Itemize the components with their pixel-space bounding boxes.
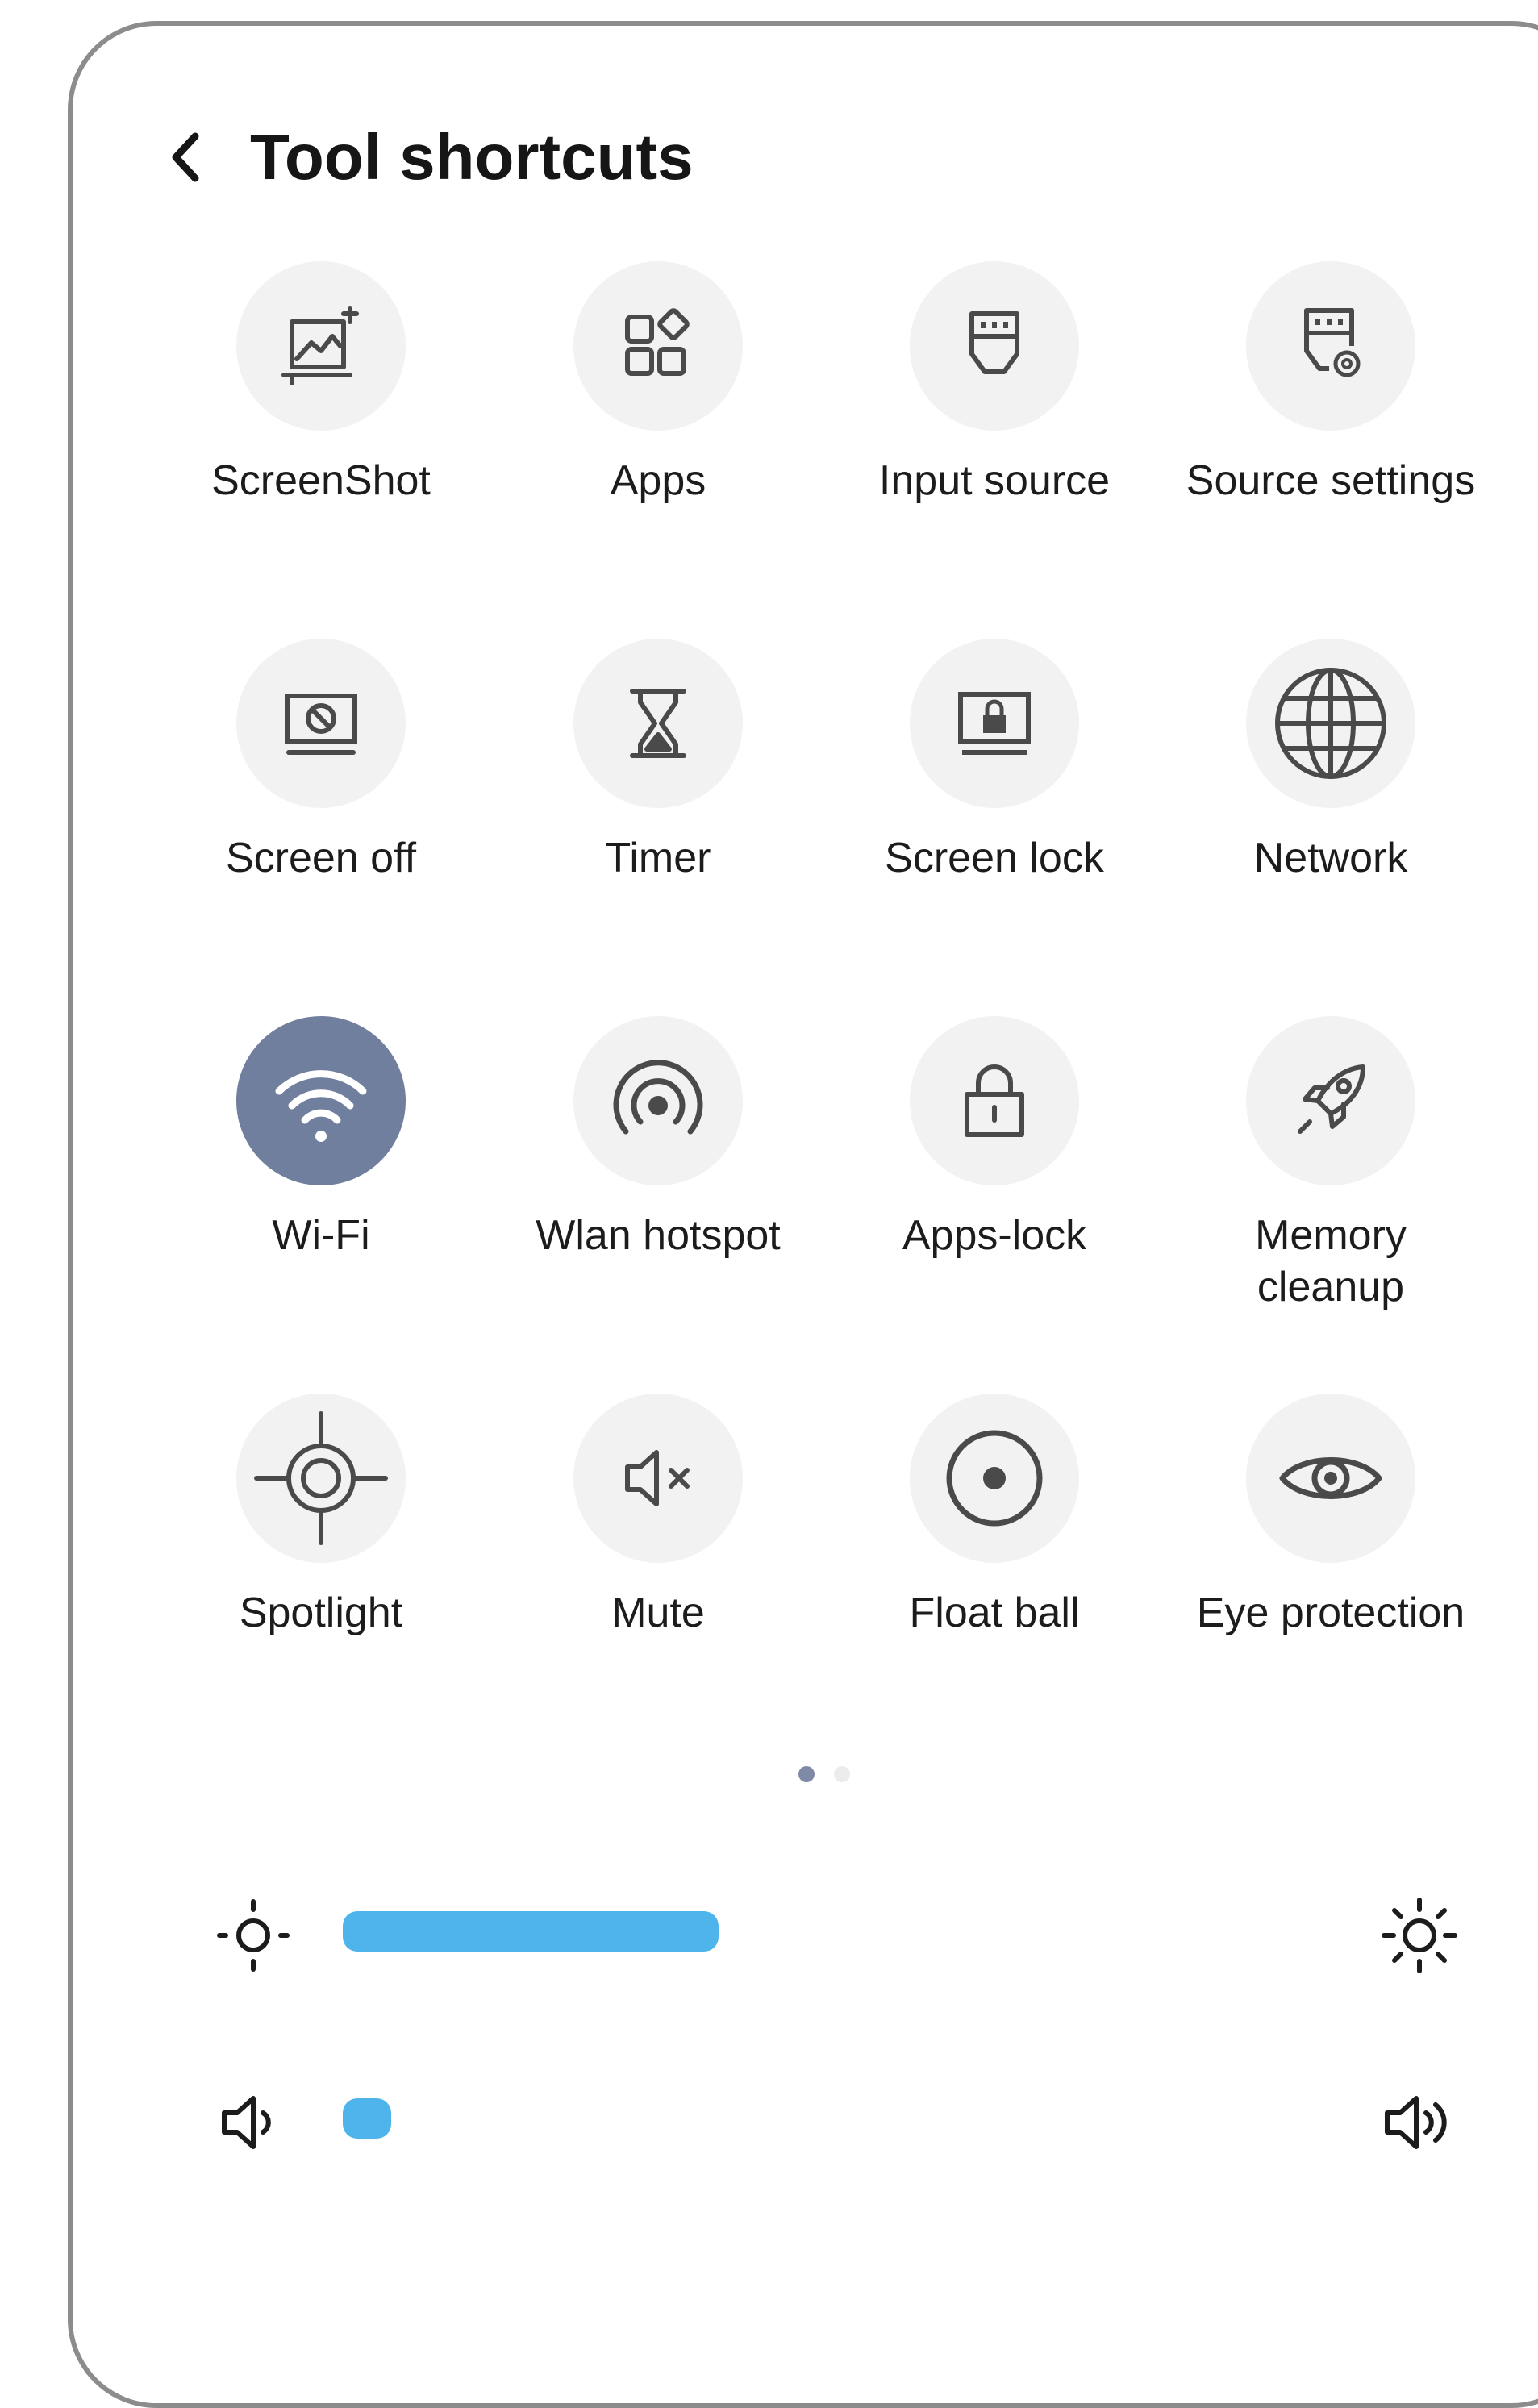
hotspot-icon [602, 1044, 715, 1157]
shortcut-circle [910, 1016, 1079, 1185]
page-indicator [798, 1766, 850, 1782]
shortcut-screen-off[interactable]: Screen off [160, 639, 482, 881]
screenshot-icon [273, 298, 369, 394]
shortcut-circle [1246, 1016, 1415, 1185]
back-button[interactable] [169, 125, 218, 190]
shortcut-label: Float ball [909, 1589, 1080, 1636]
volume-slider-row [202, 2074, 1452, 2155]
page-title: Tool shortcuts [250, 121, 694, 193]
brightness-slider-row [202, 1887, 1457, 1973]
shortcut-circle [1246, 1394, 1415, 1563]
shortcut-screen-lock[interactable]: Screen lock [833, 639, 1156, 881]
shortcut-circle [573, 1016, 743, 1185]
globe-icon [1270, 663, 1391, 784]
shortcut-label: Apps-lock [902, 1212, 1087, 1259]
volume-slider[interactable] [343, 2098, 1448, 2139]
shortcut-label: Spotlight [239, 1589, 403, 1636]
shortcut-circle [1246, 261, 1415, 431]
shortcut-wifi[interactable]: Wi-Fi [160, 1016, 482, 1259]
spotlight-icon [248, 1406, 394, 1551]
shortcut-circle [236, 639, 406, 808]
volume-slider-fill [343, 2098, 391, 2139]
shortcut-label: Source settings [1186, 457, 1476, 504]
shortcut-circle [236, 261, 406, 431]
shortcut-mute[interactable]: Mute [497, 1394, 819, 1636]
shortcut-circle [573, 261, 743, 431]
screen-lock-icon [946, 675, 1043, 772]
shortcut-screenshot[interactable]: ScreenShot [160, 261, 482, 504]
brightness-high-icon [1379, 1895, 1460, 1973]
shortcut-circle [573, 639, 743, 808]
shortcut-circle [910, 261, 1079, 431]
wifi-icon [265, 1044, 377, 1157]
header: Tool shortcuts [169, 113, 694, 202]
shortcut-label: Wi-Fi [272, 1212, 370, 1259]
mute-icon [610, 1430, 706, 1527]
shortcut-network[interactable]: Network [1169, 639, 1492, 881]
hourglass-icon [610, 675, 706, 772]
rocket-icon [1282, 1052, 1379, 1149]
shortcut-circle [1246, 639, 1415, 808]
shortcut-eye-protection[interactable]: Eye protection [1169, 1394, 1492, 1636]
shortcut-circle [910, 639, 1079, 808]
shortcut-label: Memory cleanup [1255, 1212, 1407, 1310]
volume-low-icon [213, 2082, 286, 2155]
shortcut-apps-lock[interactable]: Apps-lock [833, 1016, 1156, 1259]
lock-icon [946, 1052, 1043, 1149]
chevron-left-icon [169, 131, 202, 183]
page-dot[interactable] [834, 1766, 850, 1782]
shortcut-label: Timer [605, 835, 711, 881]
float-ball-icon [938, 1422, 1051, 1535]
shortcut-label: Network [1253, 835, 1408, 881]
brightness-slider[interactable] [343, 1911, 1448, 1952]
shortcut-label: Input source [878, 457, 1111, 504]
shortcut-label: Screen off [225, 835, 417, 881]
shortcut-label: Wlan hotspot [536, 1212, 781, 1259]
shortcut-circle [910, 1394, 1079, 1563]
eye-icon [1274, 1422, 1387, 1535]
shortcut-circle [573, 1394, 743, 1563]
shortcut-label: Mute [611, 1589, 705, 1636]
brightness-low-icon [213, 1895, 290, 1972]
input-source-icon [946, 298, 1043, 394]
shortcut-label: Screen lock [885, 835, 1104, 881]
volume-high-icon [1379, 2082, 1460, 2155]
shortcut-label: ScreenShot [211, 457, 431, 504]
shortcut-circle [236, 1394, 406, 1563]
shortcut-label: Eye protection [1196, 1589, 1465, 1636]
apps-icon [610, 298, 706, 394]
shortcut-float-ball[interactable]: Float ball [833, 1394, 1156, 1636]
page-dot-active[interactable] [798, 1766, 815, 1782]
shortcut-memory-cleanup[interactable]: Memory cleanup [1169, 1016, 1492, 1310]
shortcut-spotlight[interactable]: Spotlight [160, 1394, 482, 1636]
shortcut-timer[interactable]: Timer [497, 639, 819, 881]
shortcut-wlan-hotspot[interactable]: Wlan hotspot [497, 1016, 819, 1259]
brightness-slider-fill [343, 1911, 719, 1952]
screen-off-icon [273, 675, 369, 772]
shortcut-circle [236, 1016, 406, 1185]
shortcut-apps[interactable]: Apps [497, 261, 819, 504]
source-settings-icon [1282, 298, 1379, 394]
shortcut-source-settings[interactable]: Source settings [1169, 261, 1492, 504]
shortcut-label: Apps [610, 457, 706, 504]
shortcut-input-source[interactable]: Input source [833, 261, 1156, 504]
